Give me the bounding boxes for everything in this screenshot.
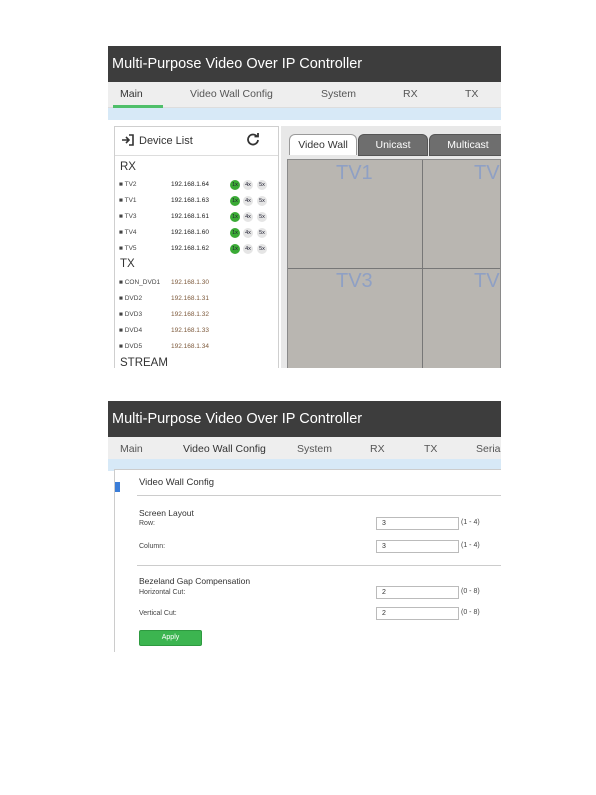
device-name: ■ TV5 bbox=[119, 245, 137, 252]
tab-video-wall[interactable]: Video Wall bbox=[289, 134, 357, 155]
tab-multicast[interactable]: Multicast bbox=[429, 134, 501, 156]
vertical-cut-input[interactable] bbox=[376, 607, 459, 620]
device-name: ■ TV4 bbox=[119, 229, 137, 236]
tx-device-row[interactable]: ■ DVD4 192.168.1.33 bbox=[119, 325, 277, 337]
tx-device-row[interactable]: ■ DVD2 192.168.1.31 bbox=[119, 293, 277, 305]
device-list-title: Device List bbox=[139, 135, 193, 147]
video-wall-grid[interactable]: TV1 TV TV3 TV bbox=[287, 159, 501, 368]
device-ip: 192.168.1.32 bbox=[171, 311, 209, 318]
banner-strip bbox=[108, 108, 501, 120]
mode-5x-badge[interactable]: 5x bbox=[257, 228, 267, 238]
main-screen: Multi-Purpose Video Over IP Controller M… bbox=[108, 46, 501, 368]
video-wall-config-screen: Multi-Purpose Video Over IP Controller M… bbox=[108, 401, 501, 652]
nav-system[interactable]: System bbox=[321, 82, 356, 107]
tx-device-row[interactable]: ■ DVD5 192.168.1.34 bbox=[119, 341, 277, 353]
grid-divider bbox=[288, 268, 500, 269]
mode-4x-badge[interactable]: 4x bbox=[243, 180, 253, 190]
row-input[interactable] bbox=[376, 517, 459, 530]
device-ip: 192.168.1.60 bbox=[171, 229, 209, 236]
card-title: Video Wall Config bbox=[139, 477, 214, 488]
nav-tx[interactable]: TX bbox=[465, 82, 478, 107]
tv-cell-label: TV bbox=[474, 270, 500, 292]
screen-layout-title: Screen Layout bbox=[139, 508, 194, 518]
device-name: ■ TV3 bbox=[119, 213, 137, 220]
tv-cell-label: TV3 bbox=[336, 270, 373, 292]
mode-1x-badge[interactable]: 1x bbox=[230, 196, 240, 206]
device-name: ■ DVD4 bbox=[119, 327, 143, 334]
nav-video-wall-config[interactable]: Video Wall Config bbox=[190, 82, 273, 107]
tx-section-title: TX bbox=[120, 258, 135, 270]
mode-1x-badge[interactable]: 1x bbox=[230, 180, 240, 190]
device-ip: 192.168.1.34 bbox=[171, 343, 209, 350]
mode-5x-badge[interactable]: 5x bbox=[257, 244, 267, 254]
video-wall-area: Video Wall Unicast Multicast TV1 TV TV3 … bbox=[281, 126, 501, 368]
mode-1x-badge[interactable]: 1x bbox=[230, 244, 240, 254]
grid-divider bbox=[422, 160, 423, 368]
horizontal-cut-input[interactable] bbox=[376, 586, 459, 599]
column-label: Column: bbox=[139, 543, 166, 550]
device-ip: 192.168.1.61 bbox=[171, 213, 209, 220]
device-name: ■ TV1 bbox=[119, 197, 137, 204]
rx-device-row[interactable]: ■ TV1 192.168.1.63 1x 4x 5x bbox=[119, 195, 277, 207]
bezel-title: Bezeland Gap Compensation bbox=[139, 576, 251, 586]
mode-4x-badge[interactable]: 4x bbox=[243, 212, 253, 222]
device-ip: 192.168.1.64 bbox=[171, 181, 209, 188]
apply-button[interactable]: Apply bbox=[139, 630, 202, 646]
mode-1x-badge[interactable]: 1x bbox=[230, 212, 240, 222]
tv-cell-label: TV bbox=[474, 162, 500, 184]
mode-4x-badge[interactable]: 4x bbox=[243, 244, 253, 254]
mode-5x-badge[interactable]: 5x bbox=[257, 180, 267, 190]
tv-cell-label: TV1 bbox=[336, 162, 373, 184]
device-ip: 192.168.1.62 bbox=[171, 245, 209, 252]
divider bbox=[137, 495, 501, 496]
nav-rx[interactable]: RX bbox=[403, 82, 418, 107]
video-wall-config-card: Video Wall Config Screen Layout Row: (1 … bbox=[114, 469, 501, 652]
row-label: Row: bbox=[139, 520, 155, 527]
refresh-icon[interactable] bbox=[246, 132, 260, 146]
rx-device-row[interactable]: ■ TV2 192.168.1.64 1x 4x 5x bbox=[119, 179, 277, 191]
login-arrow-icon bbox=[122, 134, 134, 146]
vertical-cut-range: (0 - 8) bbox=[461, 609, 480, 616]
device-name: ■ DVD3 bbox=[119, 311, 143, 318]
device-list-panel: Device List RX ■ TV2 192.168.1.64 1x 4x … bbox=[114, 126, 279, 368]
device-name: ■ CON_DVD1 bbox=[119, 279, 161, 286]
device-ip: 192.168.1.63 bbox=[171, 197, 209, 204]
rx-device-row[interactable]: ■ TV5 192.168.1.62 1x 4x 5x bbox=[119, 243, 277, 255]
app-title: Multi-Purpose Video Over IP Controller bbox=[108, 46, 501, 82]
divider bbox=[137, 565, 501, 566]
card-accent-marker bbox=[115, 482, 120, 492]
device-ip: 192.168.1.31 bbox=[171, 295, 209, 302]
rx-device-row[interactable]: ■ TV4 192.168.1.60 1x 4x 5x bbox=[119, 227, 277, 239]
mode-1x-badge[interactable]: 1x bbox=[230, 228, 240, 238]
stream-section-title: STREAM bbox=[120, 357, 168, 368]
mode-4x-badge[interactable]: 4x bbox=[243, 228, 253, 238]
mode-5x-badge[interactable]: 5x bbox=[257, 196, 267, 206]
horizontal-cut-range: (0 - 8) bbox=[461, 588, 480, 595]
column-input[interactable] bbox=[376, 540, 459, 553]
rx-device-row[interactable]: ■ TV3 192.168.1.61 1x 4x 5x bbox=[119, 211, 277, 223]
device-ip: 192.168.1.33 bbox=[171, 327, 209, 334]
column-range: (1 - 4) bbox=[461, 542, 480, 549]
mode-4x-badge[interactable]: 4x bbox=[243, 196, 253, 206]
device-list-header: Device List bbox=[115, 127, 278, 156]
horizontal-cut-label: Horizontal Cut: bbox=[139, 589, 186, 596]
nav-main[interactable]: Main bbox=[120, 82, 143, 107]
app-title: Multi-Purpose Video Over IP Controller bbox=[108, 401, 501, 437]
device-name: ■ TV2 bbox=[119, 181, 137, 188]
vertical-cut-label: Vertical Cut: bbox=[139, 610, 177, 617]
tab-unicast[interactable]: Unicast bbox=[358, 134, 428, 156]
mode-5x-badge[interactable]: 5x bbox=[257, 212, 267, 222]
tx-device-row[interactable]: ■ DVD3 192.168.1.32 bbox=[119, 309, 277, 321]
row-range: (1 - 4) bbox=[461, 519, 480, 526]
tx-device-row[interactable]: ■ CON_DVD1 192.168.1.30 bbox=[119, 277, 277, 289]
nav-bar: Main Video Wall Config System RX TX bbox=[108, 82, 501, 108]
device-ip: 192.168.1.30 bbox=[171, 279, 209, 286]
rx-section-title: RX bbox=[120, 161, 136, 173]
device-name: ■ DVD5 bbox=[119, 343, 143, 350]
device-name: ■ DVD2 bbox=[119, 295, 143, 302]
